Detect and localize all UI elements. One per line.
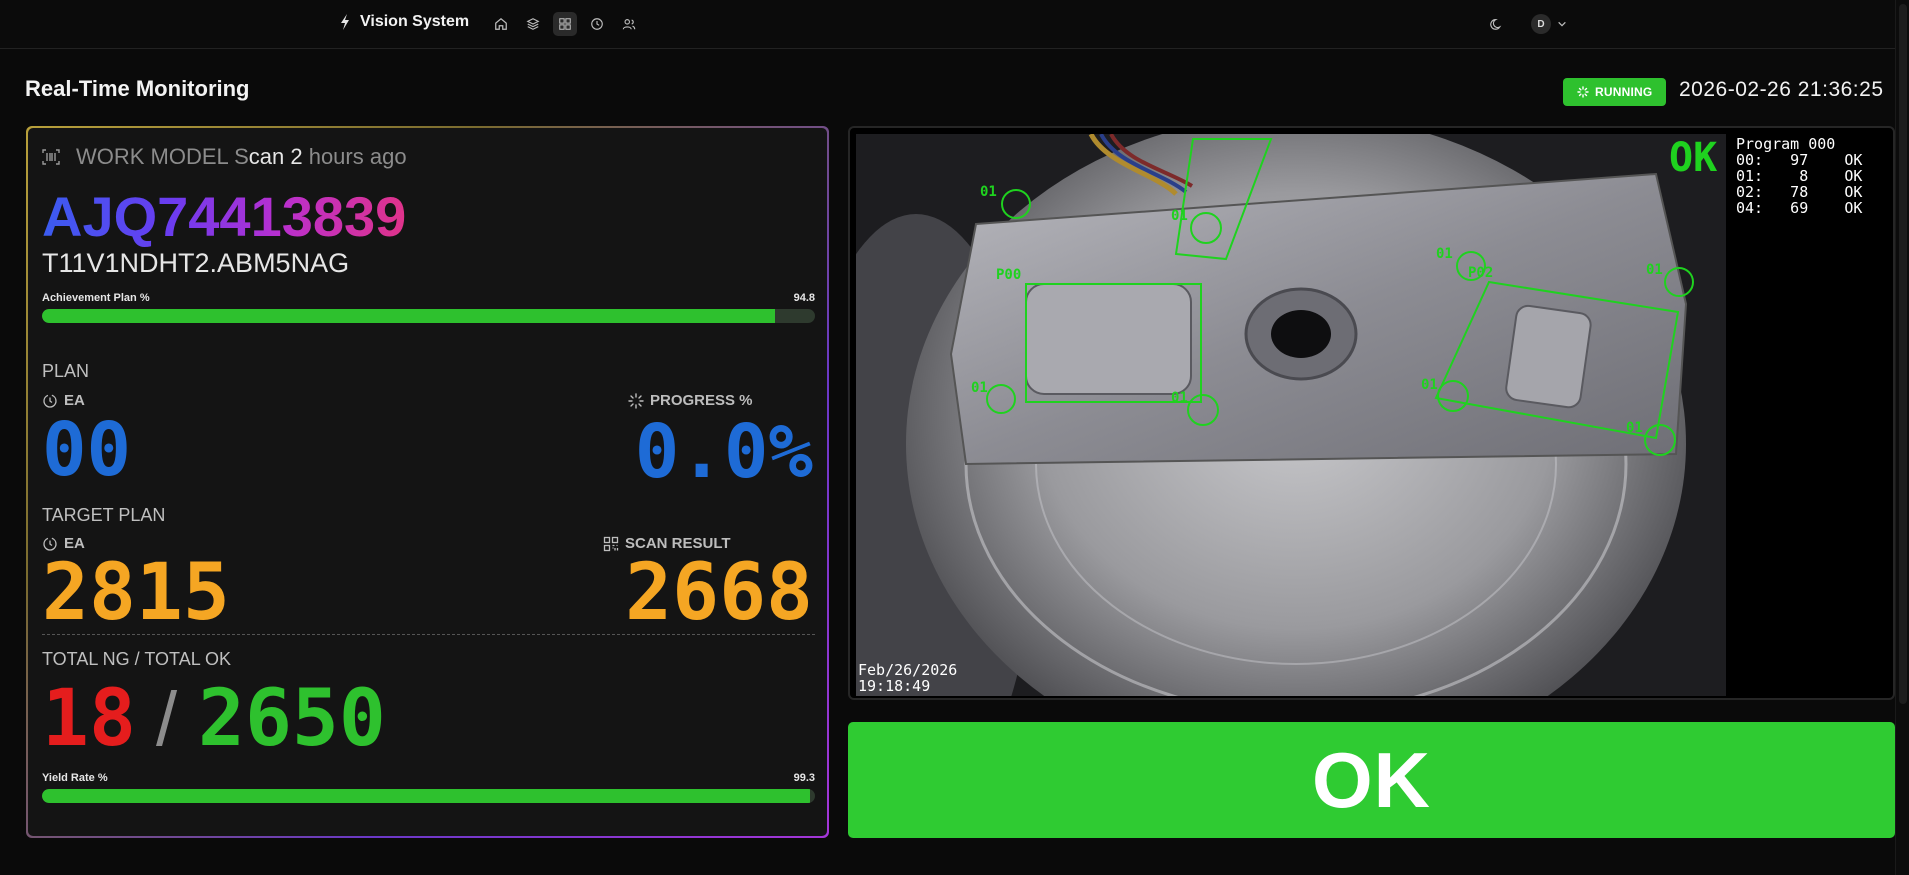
users-icon [622,19,636,30]
detection-label: P00 [996,267,1021,283]
nav-icon-group [489,12,641,36]
total-ng-value: 18 [42,674,136,764]
production-card: WORK MODEL Scan 2 hours ago AJQ74413839 … [26,126,829,838]
result-banner: OK [848,722,1895,838]
detection-label: 01 [1171,208,1188,224]
brand[interactable]: Vision System [338,12,469,32]
detection-label: 01 [980,184,997,200]
scan-barcode-icon [42,149,60,165]
plan-section-label: PLAN [42,361,90,381]
scan-result-value: 2668 [625,548,813,638]
chevron-down-icon [1558,21,1566,27]
achievement-progress-fill [42,309,775,323]
nav-right: D [1485,12,1567,36]
yield-label-row: Yield Rate % 99.3 [42,772,815,784]
total-ok-value: 2650 [198,674,386,764]
work-model-label-prefix: WORK MODEL S [76,144,249,169]
totals-label: TOTAL NG / TOTAL OK [42,649,232,669]
detection-label: 01 [1171,390,1188,406]
achievement-label: Achievement Plan % [42,292,150,304]
camera-timestamp: Feb/26/2026 19:18:49 [858,662,957,694]
program-line: 01: 8 OK [1736,167,1863,185]
status-badge: RUNNING [1563,78,1667,106]
nav-users-button[interactable] [617,12,641,36]
progress-text: PROGRESS % [650,392,753,409]
program-readout: Program 000 00: 97 OK 01: 8 OK 02: 78 OK 04:… [1736,136,1862,216]
camera-date: Feb/26/2026 [858,661,958,679]
layers-icon [526,18,540,30]
nav-history-button[interactable] [585,12,609,36]
datetime-clock: 2026-02-26 21:36:25 [1679,78,1884,101]
progress-value: 0.0% [634,409,813,495]
achievement-value: 94.8 [793,292,815,304]
totals-separator: / [156,677,178,762]
detection-label: 01 [1436,246,1453,262]
camera-time: 19:18:49 [858,677,931,695]
spinner-icon [1577,86,1589,98]
history-icon [591,18,603,30]
page-title: Real-Time Monitoring [25,76,250,101]
avatar: D [1531,14,1551,34]
nav-grid-button[interactable] [553,12,577,36]
theme-toggle-button[interactable] [1485,12,1509,36]
yield-label: Yield Rate % [42,772,108,784]
target-plan-label: TARGET PLAN [42,505,166,525]
model-sub-code: T11V1NDHT2.ABM5NAG [42,248,350,278]
yield-value: 99.3 [793,772,815,784]
work-model-time-ago: hours ago [302,144,407,169]
model-code: AJQ74413839 [42,185,407,248]
program-line: Program 000 [1736,135,1836,153]
page-scrollbar[interactable] [1895,0,1909,875]
work-model-label: WORK MODEL Scan 2 hours ago [76,144,407,170]
loader-icon [628,392,644,409]
camera-result-label: OK [1669,135,1718,181]
scrollbar-thumb[interactable] [1899,4,1907,704]
nav-home-button[interactable] [489,12,513,36]
detection-label: 01 [1626,420,1643,436]
work-model-row: WORK MODEL Scan 2 hours ago [42,144,407,170]
progress-label: PROGRESS % [628,392,753,409]
home-icon [495,17,507,30]
production-card-body: WORK MODEL Scan 2 hours ago AJQ74413839 … [28,128,827,836]
plan-ea-value: 00 [42,407,132,493]
brand-name: Vision System [360,13,470,30]
camera-feed: 01 01 01 01 P00 P02 01 01 01 01 OK Progr… [850,128,1891,698]
detection-label: 01 [1646,262,1663,278]
top-navbar: Vision System D [0,0,1909,49]
user-menu[interactable]: D [1531,14,1567,34]
detection-label: 01 [971,380,988,396]
yield-progress-bar [42,789,815,803]
moon-icon [1490,19,1502,30]
section-divider [42,634,815,635]
achievement-label-row: Achievement Plan % 94.8 [42,292,815,304]
target-ea-value: 2815 [42,548,230,638]
program-line: 02: 78 OK [1736,183,1863,201]
program-line: 00: 97 OK [1736,151,1863,169]
status-text: RUNNING [1595,85,1653,99]
grid-icon [559,18,571,30]
inspection-image: 01 01 01 01 P00 P02 01 01 01 01 [850,128,1891,698]
bolt-icon [338,12,352,32]
achievement-progress-bar [42,309,815,323]
yield-progress-fill [42,789,810,803]
camera-panel: 01 01 01 01 P00 P02 01 01 01 01 OK Progr… [848,126,1895,700]
detection-label: 01 [1421,377,1438,393]
qr-code-icon [603,536,619,551]
detection-label: P02 [1468,265,1493,281]
nav-layers-button[interactable] [521,12,545,36]
program-line: 04: 69 OK [1736,199,1863,217]
work-model-scan-count: can 2 [248,144,303,169]
